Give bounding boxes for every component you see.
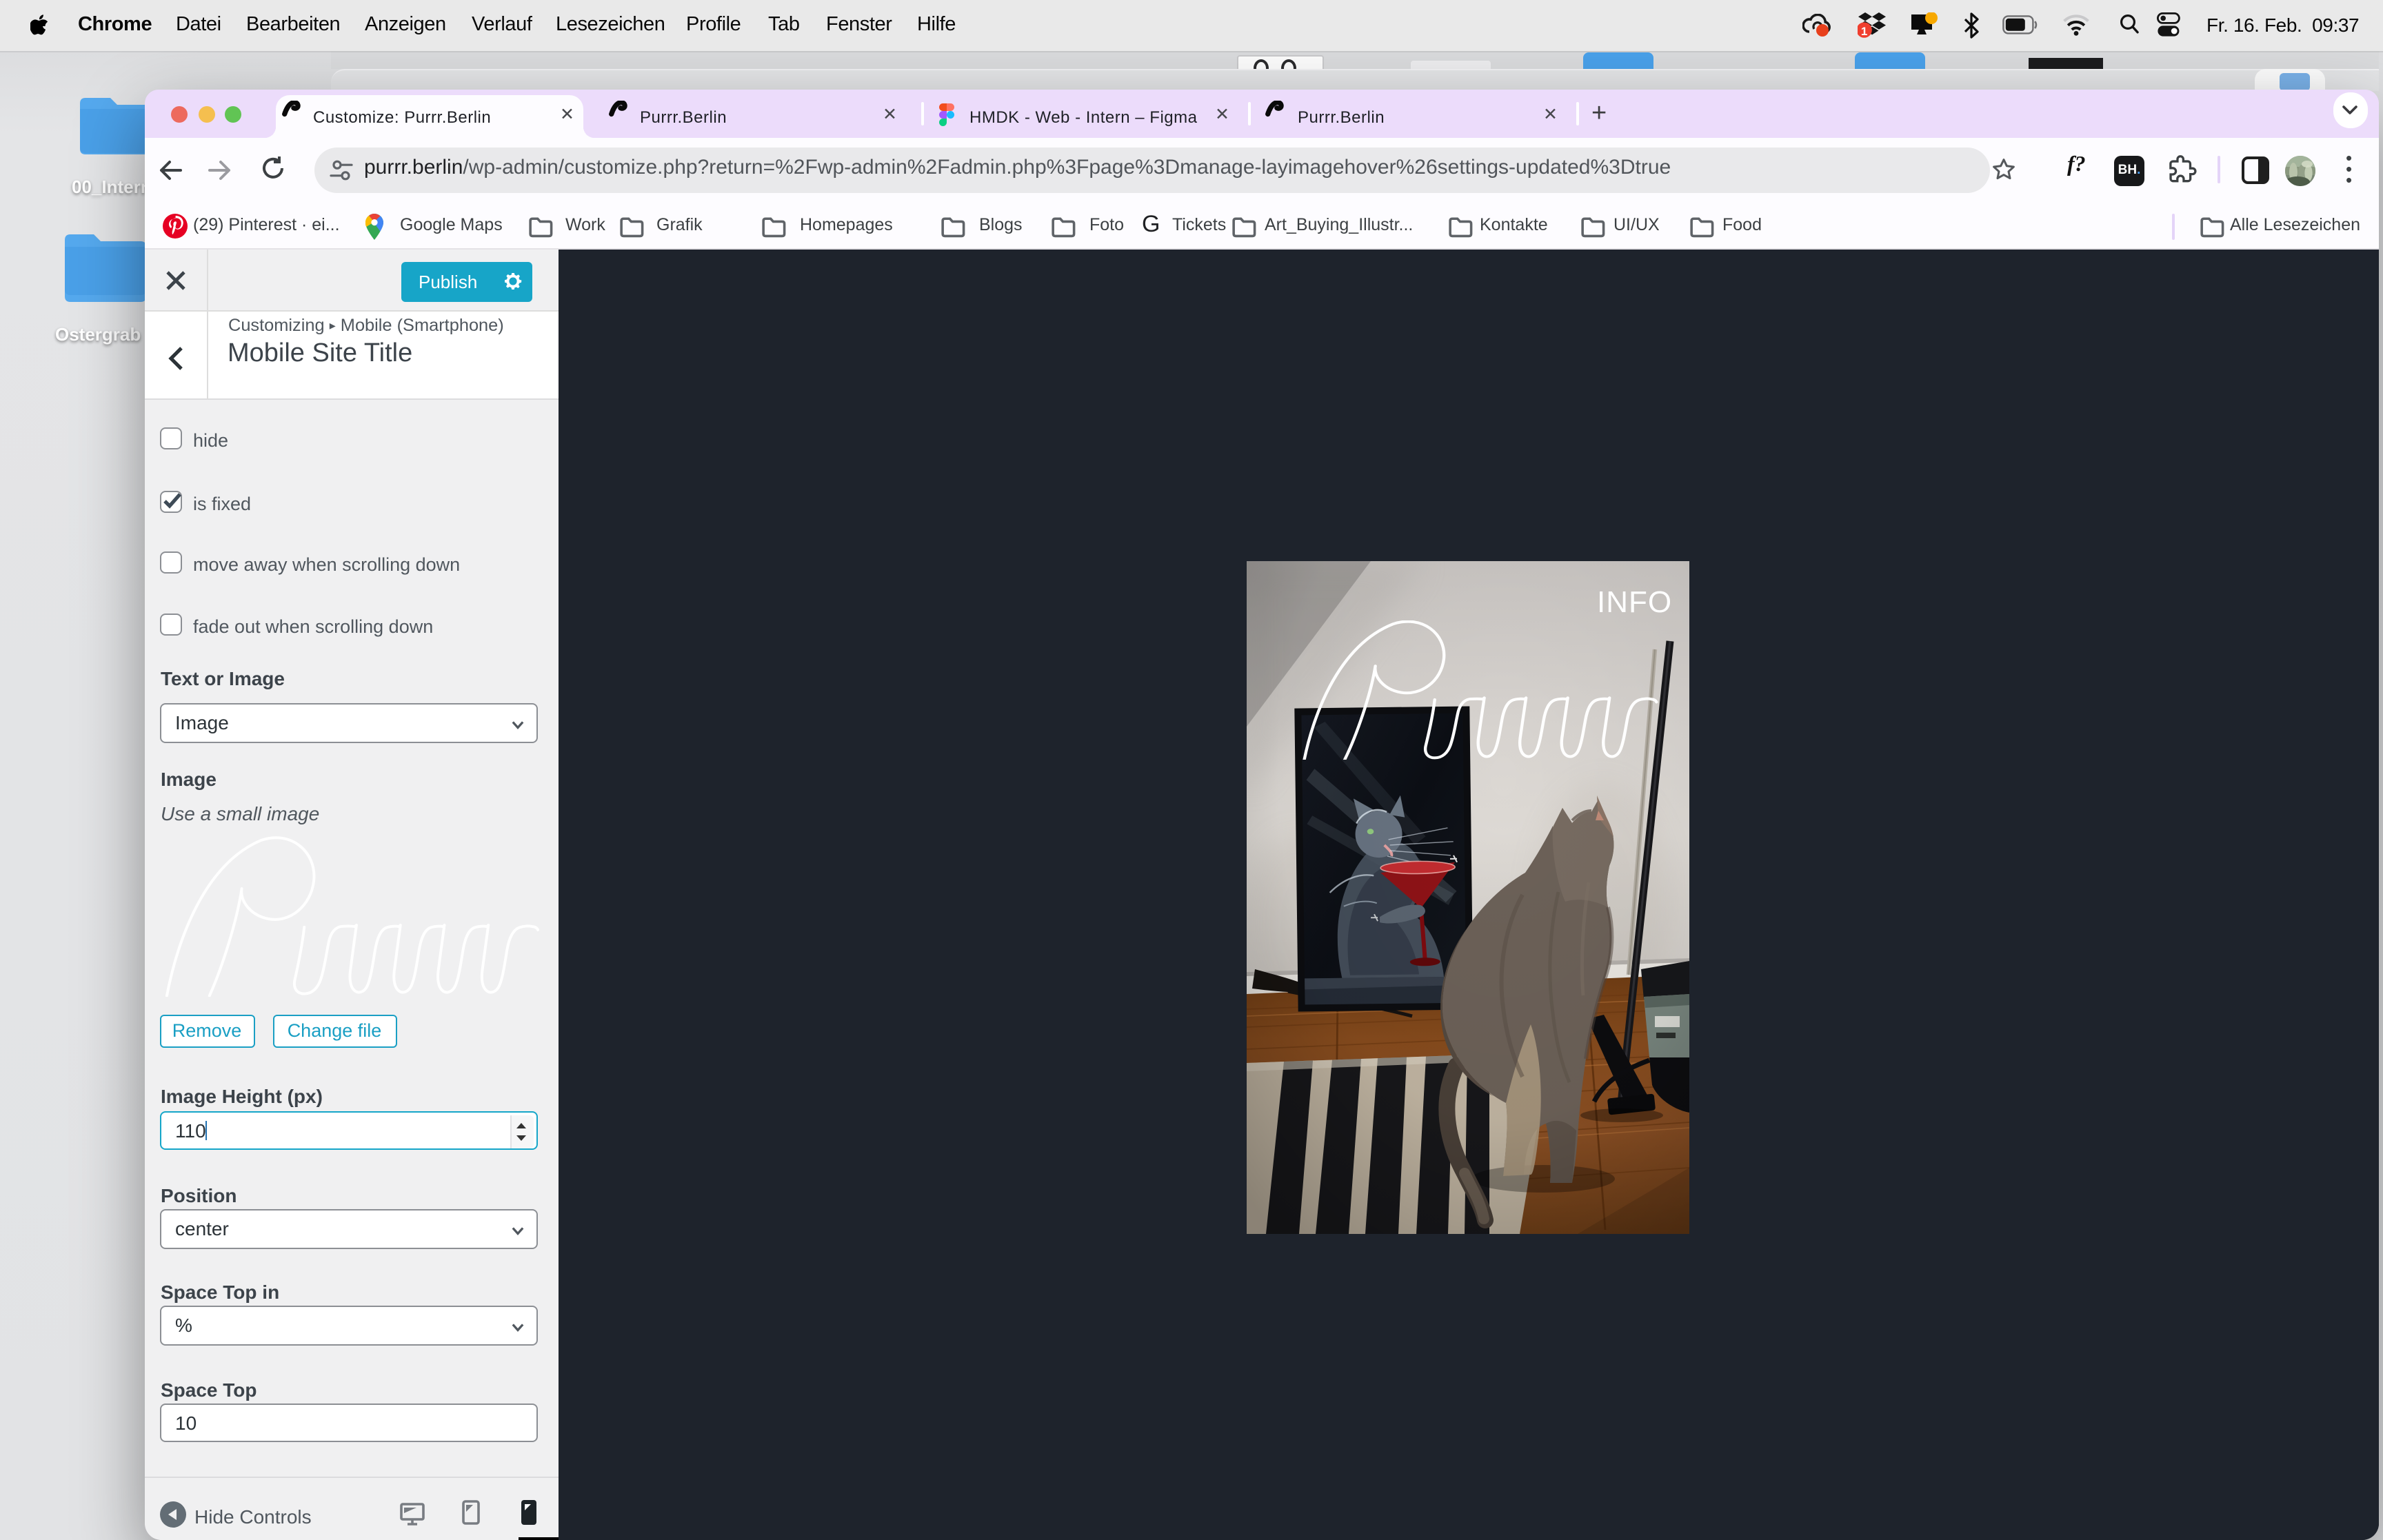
svg-text:1: 1 [1861, 25, 1867, 38]
